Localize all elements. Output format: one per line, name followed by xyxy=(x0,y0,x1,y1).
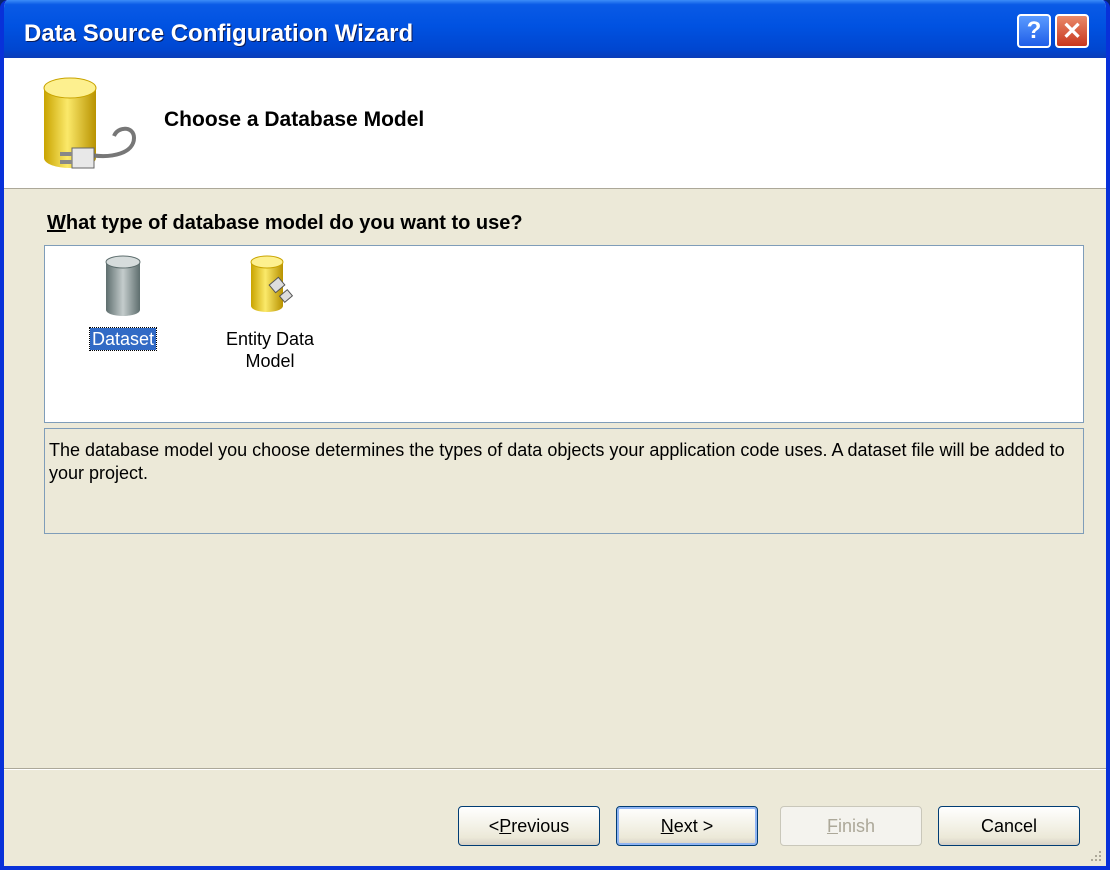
previous-rest: revious xyxy=(511,815,570,836)
next-button[interactable]: Next > xyxy=(616,806,758,846)
finish-accel: F xyxy=(826,815,838,836)
model-list[interactable]: Dataset Entity Data Model xyxy=(44,245,1084,423)
cancel-button[interactable]: Cancel xyxy=(938,806,1080,846)
next-accel: N xyxy=(660,815,674,836)
finish-button[interactable]: Finish xyxy=(780,806,922,846)
entity-data-model-icon xyxy=(250,255,294,312)
finish-rest: inish xyxy=(837,815,876,836)
window-title: Data Source Configuration Wizard xyxy=(24,20,414,47)
entity-label-line1: Entity Data xyxy=(225,329,315,349)
question-accel: W xyxy=(47,212,66,234)
wizard-window: Data Source Configuration Wizard ? ✕ Cho xyxy=(0,0,1110,870)
help-icon: ? xyxy=(1026,17,1042,44)
wizard-header: Choose a Database Model xyxy=(4,58,1106,189)
close-button[interactable]: ✕ xyxy=(1055,14,1089,48)
page-title: Choose a Database Model xyxy=(164,108,425,131)
resize-grip-icon[interactable] xyxy=(1088,848,1102,862)
database-plug-icon xyxy=(43,77,137,169)
footer-divider xyxy=(4,768,1106,770)
previous-accel: P xyxy=(499,815,512,836)
dataset-icon xyxy=(105,255,141,316)
list-item-dataset[interactable]: Dataset xyxy=(73,254,173,351)
entity-data-model-label: Entity Data Model xyxy=(224,328,316,372)
title-bar[interactable]: Data Source Configuration Wizard ? ✕ xyxy=(4,0,1106,58)
entity-label-line2: Model xyxy=(245,351,295,371)
model-description: The database model you choose determines… xyxy=(44,428,1084,534)
next-rest: ext > xyxy=(673,815,714,836)
question-text: hat type of database model do you want t… xyxy=(65,212,523,234)
dataset-label: Dataset xyxy=(88,327,158,351)
help-button[interactable]: ? xyxy=(1017,14,1051,48)
previous-button[interactable]: < Previous xyxy=(458,806,600,846)
previous-prefix: < xyxy=(488,815,500,836)
list-item-entity-data-model[interactable]: Entity Data Model xyxy=(210,254,330,372)
close-icon: ✕ xyxy=(1061,17,1083,45)
model-question-label: What type of database model do you want … xyxy=(47,212,523,235)
